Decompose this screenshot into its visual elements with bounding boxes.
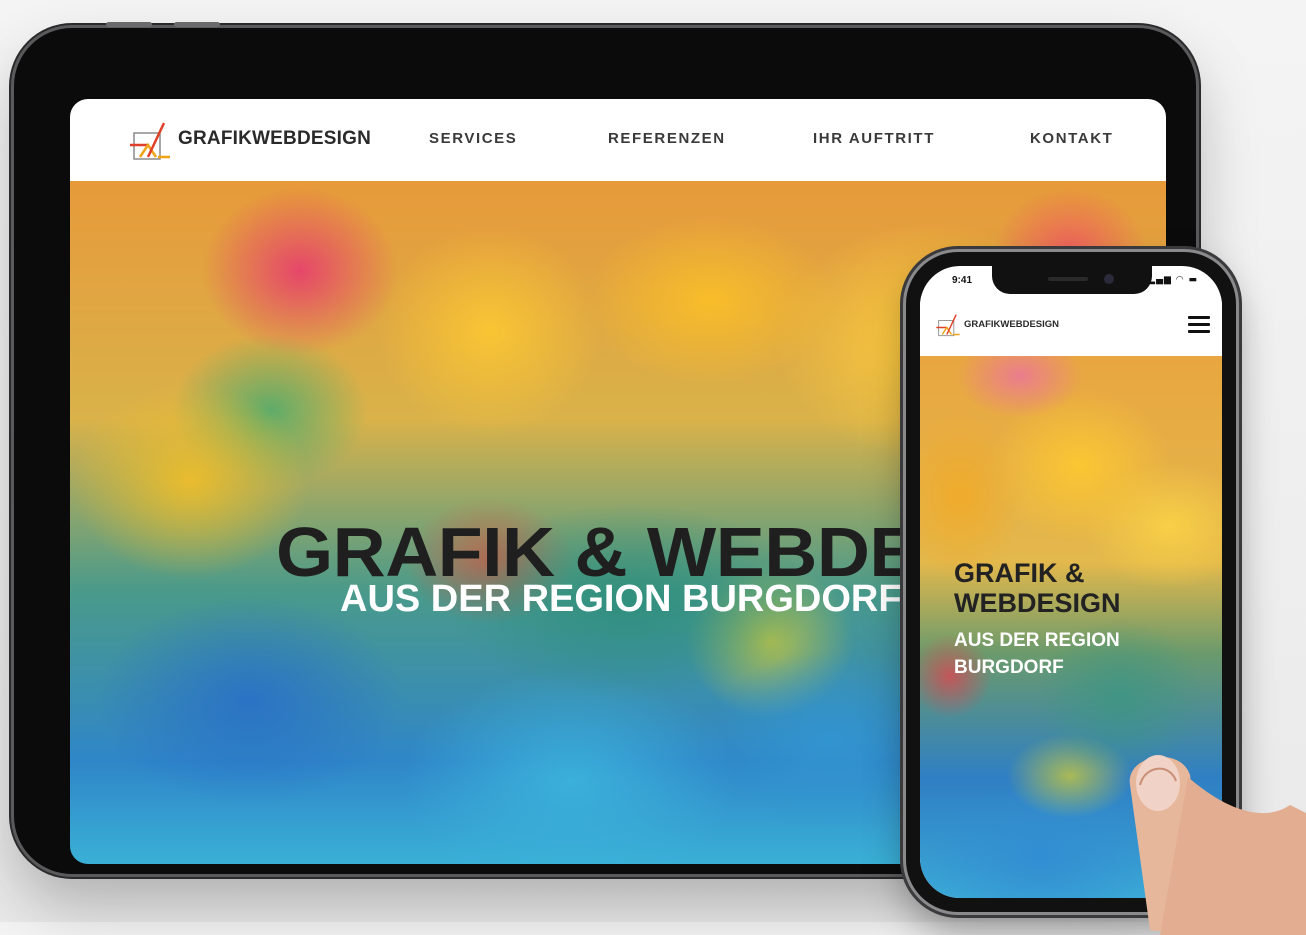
mobile-hero-title: GRAFIK & WEBDESIGN [954,558,1121,618]
nav-kontakt[interactable]: KONTAKT [1030,130,1113,147]
hero-subtitle: AUS DER REGION BURGDORF [340,578,902,620]
hand-image [1129,755,1306,935]
tablet-top-button-2 [174,22,220,27]
mobile-hero-subtitle-line2: BURGDORF [954,656,1064,678]
mobile-hero-subtitle-line1: AUS DER REGION [954,630,1120,651]
logo-mark-icon [936,314,960,337]
mobile-hero-title-line1: GRAFIK & [954,558,1085,588]
nav-services[interactable]: SERVICES [429,130,517,147]
mobile-logo[interactable]: GRAFIKWEBDESIGN [934,310,1059,338]
nav-ihr-auftritt[interactable]: IHR AUFTRITT [813,130,935,147]
phone-notch [992,266,1152,294]
logo-text: GRAFIKWEBDESIGN [178,128,371,149]
tablet-top-button [106,22,152,27]
mobile-header: GRAFIKWEBDESIGN [920,296,1222,356]
site-header: GRAFIKWEBDESIGN SERVICES REFERENZEN IHR … [70,99,1166,181]
mobile-logo-text: GRAFIKWEBDESIGN [964,318,1059,330]
logo-mark-icon [130,122,170,160]
status-icons: ▂▄▆ ◠ ▬ [1148,275,1198,285]
camera-icon [1104,274,1114,284]
nav-referenzen[interactable]: REFERENZEN [608,130,726,147]
speaker-icon [1048,277,1088,281]
hamburger-icon[interactable] [1188,316,1210,334]
status-time: 9:41 [952,275,973,286]
mobile-hero-subtitle: AUS DER REGION BURGDORF [954,628,1120,681]
mobile-hero-title-line2: WEBDESIGN [954,588,1121,619]
site-logo[interactable]: GRAFIKWEBDESIGN [126,115,371,163]
